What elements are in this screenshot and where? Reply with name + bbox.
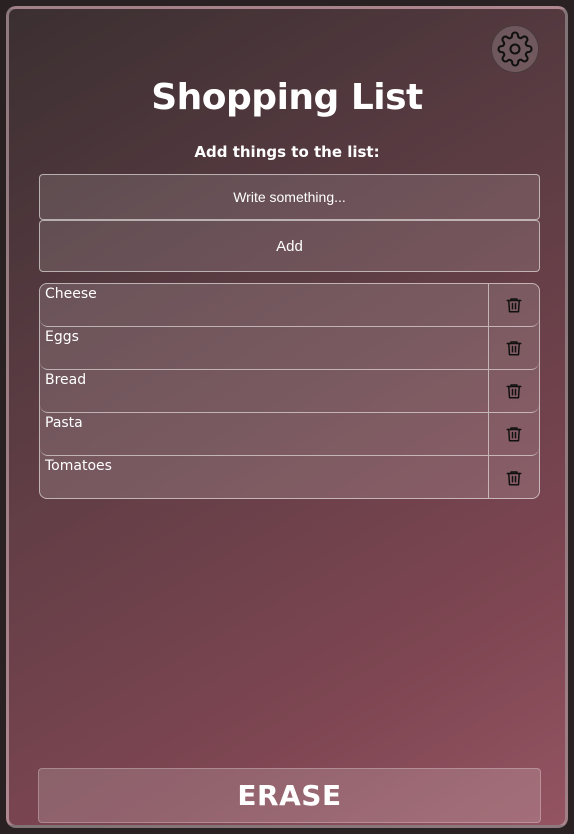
list-item: Pasta: [40, 413, 539, 456]
trash-icon: [506, 341, 522, 356]
add-button[interactable]: Add: [39, 220, 540, 272]
delete-item-button[interactable]: [488, 370, 539, 412]
list-item: Eggs: [40, 327, 539, 370]
list-item: Bread: [40, 370, 539, 413]
delete-item-button[interactable]: [488, 413, 539, 455]
gear-icon: [497, 31, 533, 67]
trash-icon: [506, 427, 522, 442]
list-item-label: Eggs: [45, 329, 79, 345]
trash-icon: [506, 298, 522, 313]
list-item-label: Pasta: [45, 415, 83, 431]
shopping-list: Cheese Eggs Bread Pasta Tomatoes: [39, 283, 540, 499]
erase-button[interactable]: ERASE: [38, 768, 541, 823]
trash-icon: [506, 384, 522, 399]
list-item: Tomatoes: [40, 456, 539, 498]
list-item: Cheese: [40, 284, 539, 327]
shopping-list-app: Shopping List Add things to the list: Ad…: [6, 6, 568, 828]
delete-item-button[interactable]: [488, 284, 539, 326]
list-item-label: Tomatoes: [45, 458, 112, 474]
trash-icon: [506, 470, 522, 485]
list-item-label: Bread: [45, 372, 87, 388]
delete-item-button[interactable]: [488, 327, 539, 369]
settings-button[interactable]: [491, 25, 539, 73]
page-title: Shopping List: [151, 77, 423, 118]
new-item-input[interactable]: [39, 174, 540, 220]
delete-item-button[interactable]: [488, 456, 539, 498]
page-subtitle: Add things to the list:: [194, 143, 380, 161]
list-item-label: Cheese: [45, 286, 97, 302]
